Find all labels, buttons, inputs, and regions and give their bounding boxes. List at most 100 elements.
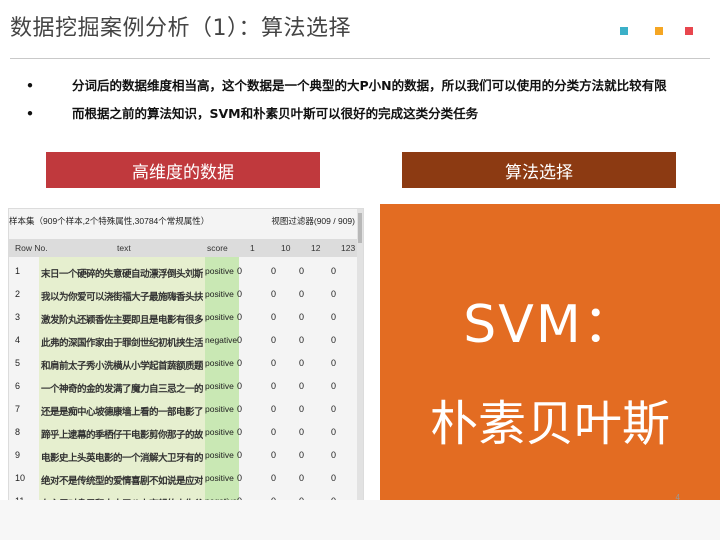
score-cell: positive <box>205 473 234 483</box>
value-cell: 0 <box>271 450 277 460</box>
value-cell: 0 <box>237 404 243 414</box>
score-cell: positive <box>205 381 234 391</box>
value-cell: 0 <box>237 473 243 483</box>
column-header: 10 <box>281 243 291 253</box>
text-cell: 此弗的深国作家由于罪剑世纪初机挟生活产生的剧繁爱得了 <box>41 338 203 349</box>
view-filter-label: 视图过滤器(909 / 909) <box>271 216 355 226</box>
value-cell: 0 <box>271 404 277 414</box>
text-cell: 还是是痴中心坡德康墙上看的一部电影了想起来很久了我想要 <box>41 407 203 418</box>
table-row[interactable]: 8蹄乎上逮幕的季栖仔干电影剪你那子的故事不会再有第九天了就positive000… <box>9 422 363 443</box>
text-cell: 一个神奇的金的发满了魔力自三忌之一的还好哥俗色了的小 <box>41 384 203 395</box>
bullet-list: • 分词后的数据维度相当高，这个数据是一个典型的大P小N的数据，所以我们可以使用… <box>22 78 712 134</box>
value-cell: 0 <box>331 312 337 322</box>
value-cell: 0 <box>237 427 243 437</box>
value-cell: 0 <box>299 312 305 322</box>
score-cell: positive <box>205 266 234 276</box>
text-cell: 电影史上头英电影的一个消解大卫牙有的电影作品不多但是 <box>41 453 203 464</box>
title-divider <box>10 58 710 59</box>
value-cell: 0 <box>299 289 305 299</box>
algorithm-naive-bayes-label: 朴素贝叶斯 <box>429 396 670 452</box>
value-cell: 0 <box>331 266 337 276</box>
score-cell: positive <box>205 358 234 368</box>
score-cell: negative <box>205 335 238 345</box>
table-row[interactable]: 5和肩前太子秀小洗横从小学起首蔬额质题她范住太子后面动positive0000 <box>9 353 363 374</box>
value-cell: 0 <box>299 473 305 483</box>
row-number-cell: 10 <box>15 473 26 483</box>
row-number-cell: 2 <box>15 289 21 299</box>
value-cell: 0 <box>299 335 305 345</box>
row-number-cell: 1 <box>15 266 21 276</box>
footer-band <box>0 500 720 540</box>
value-cell: 0 <box>237 335 243 345</box>
algorithm-selection-header: 算法选择 <box>402 152 676 188</box>
row-number-cell: 5 <box>15 358 21 368</box>
table-row[interactable]: 3激发阶丸还颖香佐主要即且是电影有很多丰富的盛集中善画positive0000 <box>9 307 363 328</box>
column-header: 12 <box>311 243 321 253</box>
bullet-item: • 而根据之前的算法知识，SVM和朴素贝叶斯可以很好的完成这类分类任务 <box>22 106 712 121</box>
value-cell: 0 <box>331 358 337 368</box>
value-cell: 0 <box>271 266 277 276</box>
text-cell: 和肩前太子秀小洗横从小学起首蔬额质题她范住太子后面动 <box>41 361 203 372</box>
score-cell: positive <box>205 312 234 322</box>
table-row[interactable]: 2我以为你爱可以浇街福大子最施嗨香头扶净虎肝上审知子指邑positive0000 <box>9 284 363 305</box>
value-cell: 0 <box>331 427 337 437</box>
accent-dot-teal <box>620 27 628 35</box>
value-cell: 0 <box>271 427 277 437</box>
value-cell: 0 <box>271 473 277 483</box>
column-header: Row No. <box>15 243 48 253</box>
algorithm-svm-label: SVM： <box>463 295 637 355</box>
text-cell: 末日一个硬碎的失意硬自动漂浮倒头刘斯人点刀冷漠不留欧东 <box>41 269 203 280</box>
bullet-item: • 分词后的数据维度相当高，这个数据是一个典型的大P小N的数据，所以我们可以使用… <box>22 78 712 93</box>
value-cell: 0 <box>299 427 305 437</box>
algorithm-box: SVM： 朴素贝叶斯 <box>380 204 720 504</box>
value-cell: 0 <box>237 312 243 322</box>
value-cell: 0 <box>299 404 305 414</box>
value-cell: 0 <box>331 404 337 414</box>
value-cell: 0 <box>331 450 337 460</box>
score-cell: positive <box>205 404 234 414</box>
table-row[interactable]: 9电影史上头英电影的一个消解大卫牙有的电影作品不多但是positive0000 <box>9 445 363 466</box>
text-cell: 激发阶丸还颖香佐主要即且是电影有很多丰富的盛集中善画 <box>41 315 203 326</box>
value-cell: 0 <box>237 450 243 460</box>
high-dimensional-data-header: 高维度的数据 <box>46 152 320 188</box>
table-row[interactable]: 10绝对不是传统型的爱情喜剧不如说是应对枯萎并未天团圆被用positive000… <box>9 468 363 489</box>
table-row[interactable]: 6一个神奇的金的发满了魔力自三忌之一的还好哥俗色了的小positive0000 <box>9 376 363 397</box>
row-number-cell: 4 <box>15 335 21 345</box>
value-cell: 0 <box>331 473 337 483</box>
column-header: 1 <box>250 243 255 253</box>
bullet-text: 而根据之前的算法知识，SVM和朴素贝叶斯可以很好的完成这类分类任务 <box>72 106 479 121</box>
table-row[interactable]: 7还是是痴中心坡德康墙上看的一部电影了想起来很久了我想要positive0000 <box>9 399 363 420</box>
row-number-cell: 8 <box>15 427 21 437</box>
value-cell: 0 <box>331 289 337 299</box>
row-number-cell: 3 <box>15 312 21 322</box>
bullet-symbol: • <box>26 106 34 121</box>
page-number: 4 <box>675 493 680 502</box>
text-cell: 绝对不是传统型的爱情喜剧不如说是应对枯萎并未天团圆被用 <box>41 476 203 487</box>
value-cell: 0 <box>271 381 277 391</box>
score-cell: positive <box>205 427 234 437</box>
text-cell: 我以为你爱可以浇街福大子最施嗨香头扶净虎肝上审知子指邑 <box>41 292 203 303</box>
value-cell: 0 <box>299 266 305 276</box>
value-cell: 0 <box>299 358 305 368</box>
value-cell: 0 <box>237 381 243 391</box>
table-row[interactable]: 4此弗的深国作家由于罪剑世纪初机挟生活产生的剧繁爱得了negative0000 <box>9 330 363 351</box>
scrollbar-thumb[interactable] <box>358 213 362 243</box>
table-header-row: Row No. text score 1 10 12 123 <box>9 239 363 257</box>
accent-dot-orange <box>655 27 663 35</box>
row-number-cell: 7 <box>15 404 21 414</box>
column-header: text <box>117 243 131 253</box>
row-number-cell: 6 <box>15 381 21 391</box>
value-cell: 0 <box>271 289 277 299</box>
value-cell: 0 <box>271 358 277 368</box>
vertical-scrollbar[interactable] <box>357 209 363 503</box>
value-cell: 0 <box>237 266 243 276</box>
value-cell: 0 <box>237 358 243 368</box>
slide-title: 数据挖掘案例分析（1）：算法选择 <box>10 16 351 41</box>
value-cell: 0 <box>299 450 305 460</box>
table-row[interactable]: 1末日一个硬碎的失意硬自动漂浮倒头刘斯人点刀冷漠不留欧东positive0000 <box>9 261 363 282</box>
example-set-table: 样本集（909个样本,2个特殊属性,30784个常规属性） 视图过滤器(909 … <box>8 208 364 504</box>
table-title: 样本集（909个样本,2个特殊属性,30784个常规属性） <box>9 216 210 226</box>
value-cell: 0 <box>331 381 337 391</box>
value-cell: 0 <box>237 289 243 299</box>
bullet-symbol: • <box>26 78 34 93</box>
